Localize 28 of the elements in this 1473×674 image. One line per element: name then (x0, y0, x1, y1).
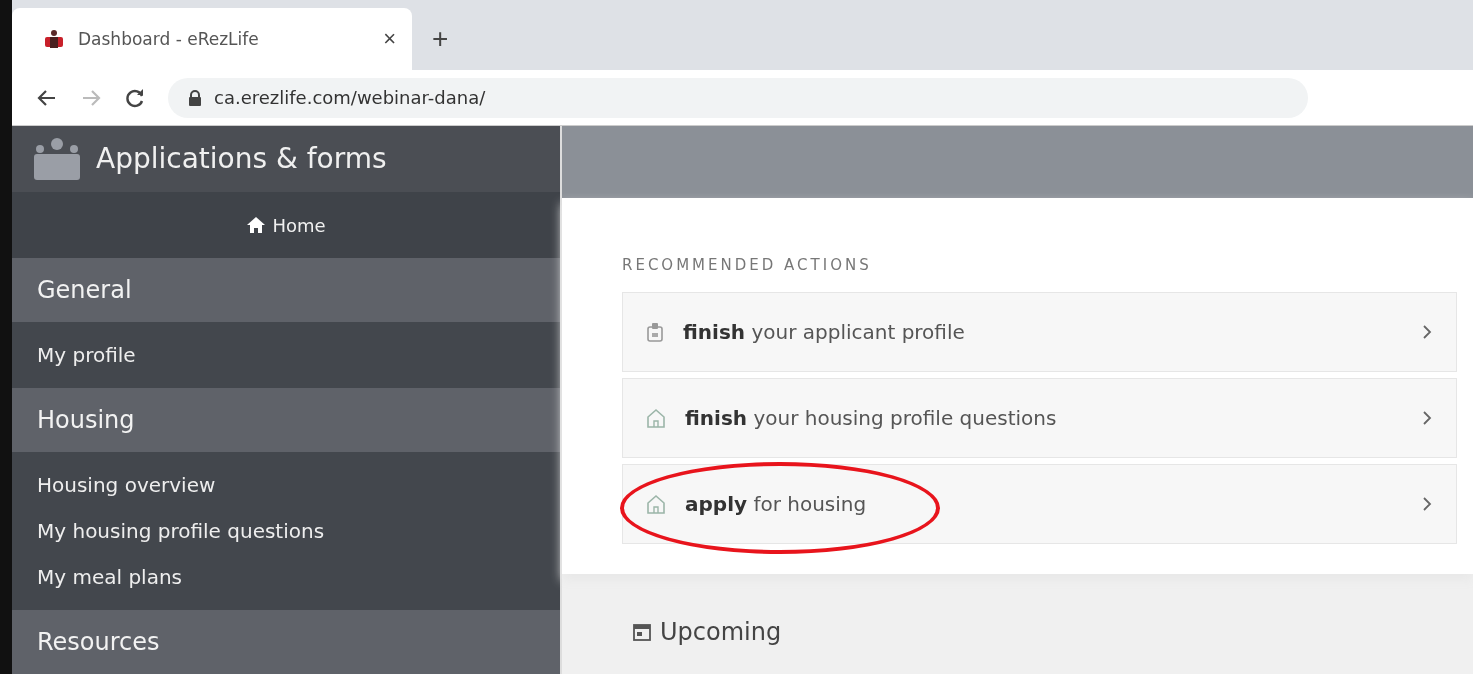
calendar-icon (632, 622, 652, 642)
action-text: finish your housing profile questions (685, 406, 1058, 430)
chevron-icon (1420, 323, 1434, 341)
clipboard-icon (645, 321, 665, 343)
sidebar-item[interactable]: My housing profile questions (12, 508, 560, 555)
action-text: apply for housing (685, 492, 868, 516)
close-tab-button[interactable]: × (383, 26, 396, 52)
action-text: finish your applicant profile (683, 320, 966, 344)
house-icon (645, 493, 667, 515)
action-item[interactable]: apply for housing (622, 464, 1457, 544)
section-heading: RECOMMENDED ACTIONS (622, 256, 873, 274)
lock-icon (188, 89, 202, 106)
new-tab-button[interactable]: + (426, 23, 455, 55)
action-item[interactable]: finish your applicant profile (622, 292, 1457, 372)
address-bar[interactable]: ca.erezlife.com/webinar-dana/ (168, 77, 1308, 118)
sidebar-item[interactable]: My meal plans (12, 554, 560, 601)
home-icon (246, 216, 267, 235)
chevron-icon (1420, 409, 1434, 427)
browser-tab[interactable]: Dashboard - eRezLife × (12, 8, 412, 70)
chevron-icon (1420, 495, 1434, 513)
action-item[interactable]: finish your housing profile questions (622, 378, 1457, 458)
people-icon (34, 136, 80, 181)
people-icon (42, 29, 66, 49)
sidebar-title-text: Applications & forms (96, 142, 387, 176)
sidebar-item[interactable]: Housing overview (12, 462, 560, 509)
house-icon (645, 407, 667, 429)
upcoming-heading: Upcoming (660, 618, 782, 646)
home-link[interactable]: Home (12, 191, 560, 259)
